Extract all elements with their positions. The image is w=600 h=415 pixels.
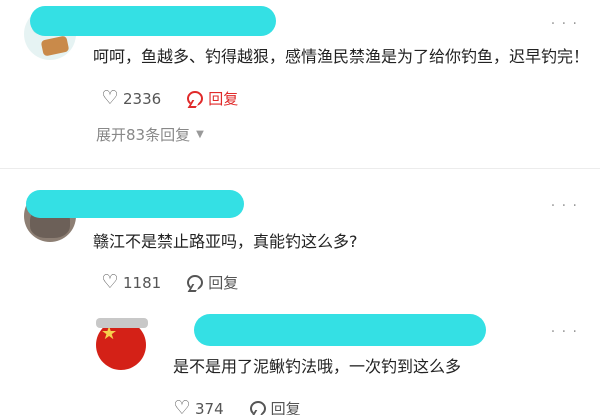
like-button[interactable]: ♡ 1181 [100,273,161,293]
username-redaction [30,6,276,36]
comment-text: 赣江不是禁止路亚吗，真能钓这么多? [93,232,358,251]
username-redaction [26,190,244,218]
like-count: 1181 [123,273,162,292]
like-count: 2336 [123,89,162,108]
reply-button[interactable]: 回复 [185,272,238,293]
heart-outline-icon: ♡ [101,271,119,293]
expand-replies-link[interactable]: 展开83条回复 ▼ [96,124,204,145]
comment-text: 是不是用了泥鳅钓法哦，一次钓到这么多 [173,357,462,376]
more-dots-icon[interactable]: · · · [551,324,578,340]
username-redaction [194,314,486,346]
more-dots-icon[interactable]: · · · [551,16,578,32]
reply-button[interactable]: 回复 [248,398,301,415]
reply-label: 回复 [208,274,239,292]
username-redaction [96,318,148,328]
expand-replies-label: 展开83条回复 [96,126,191,144]
comment-bubble-icon [248,399,268,415]
more-dots-icon[interactable]: · · · [551,198,578,214]
comment-bubble-icon [185,89,205,109]
comment-text: 呵呵，鱼越多、钓得越狠，感情渔民禁渔是为了给你钓鱼，迟早钓完！ [93,47,590,66]
comment-actions: ♡ 374 回复 [172,398,301,415]
chevron-down-icon: ▼ [196,129,204,140]
comment-actions: ♡ 1181 回复 [100,272,238,293]
reply-label: 回复 [270,400,301,415]
divider [0,168,600,169]
like-button[interactable]: ♡ 374 [172,397,224,415]
like-button[interactable]: ♡ 2336 [100,89,161,109]
comment-actions: ♡ 2336 回复 [100,88,238,109]
like-count: 374 [195,399,224,415]
reply-button[interactable]: 回复 [185,88,238,109]
reply-label: 回复 [208,90,239,108]
comment-bubble-icon [185,273,205,293]
heart-outline-icon: ♡ [173,397,191,415]
heart-outline-icon: ♡ [101,87,119,109]
